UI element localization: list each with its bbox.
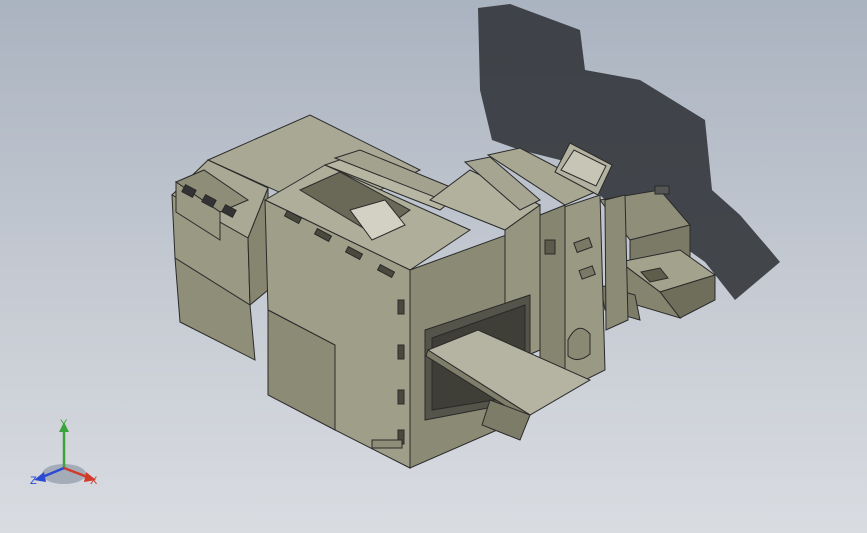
y-axis-label: Y <box>60 418 68 430</box>
cad-viewport[interactable]: Y X Z <box>0 0 867 533</box>
z-axis-label: Z <box>30 475 37 487</box>
model-view[interactable] <box>0 0 867 533</box>
x-axis-label: X <box>90 475 98 487</box>
